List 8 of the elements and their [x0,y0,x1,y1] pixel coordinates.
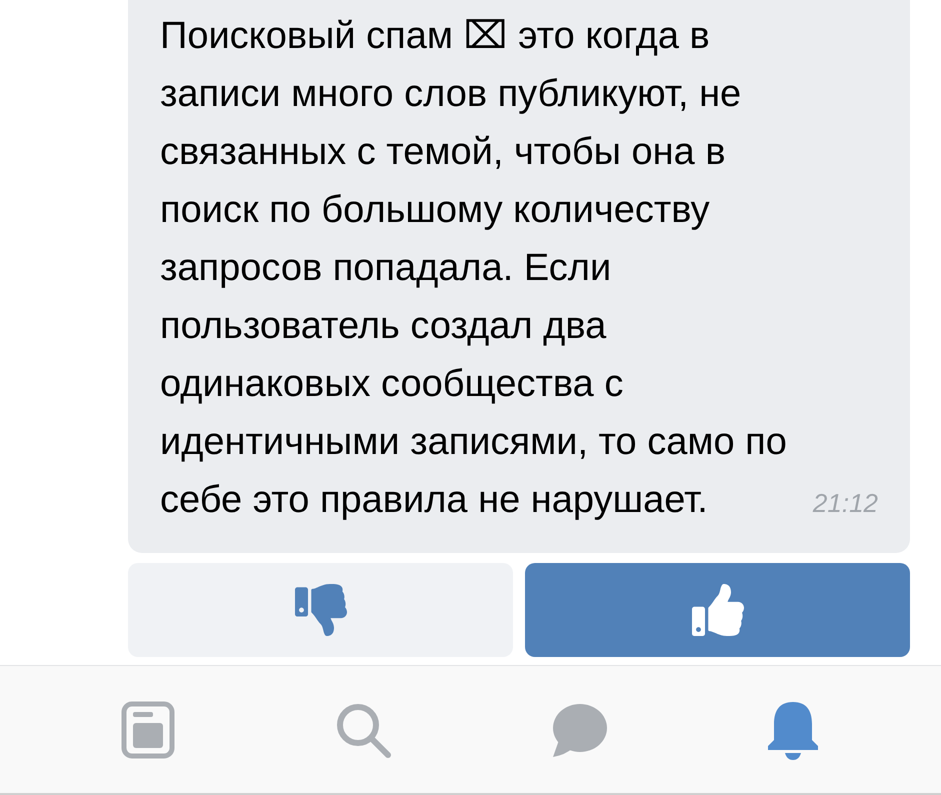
bell-icon [766,700,820,760]
thumbs-up-icon [692,584,744,636]
newsfeed-icon [120,700,175,758]
message-text: Поисковый спам ⌧ это когда в записи много слов публикуют, не связанных с темой, чтобы она в поиск по большому количеству запросов попадала. Если пользователь создал два одинаковых сообщества с идентичными записями, то само по себе это правила не нарушает. [160,14,787,523]
dislike-button[interactable] [128,563,513,657]
like-button[interactable] [525,563,910,657]
message-time: 21:12 [812,487,878,520]
thumbs-down-icon [294,584,346,636]
